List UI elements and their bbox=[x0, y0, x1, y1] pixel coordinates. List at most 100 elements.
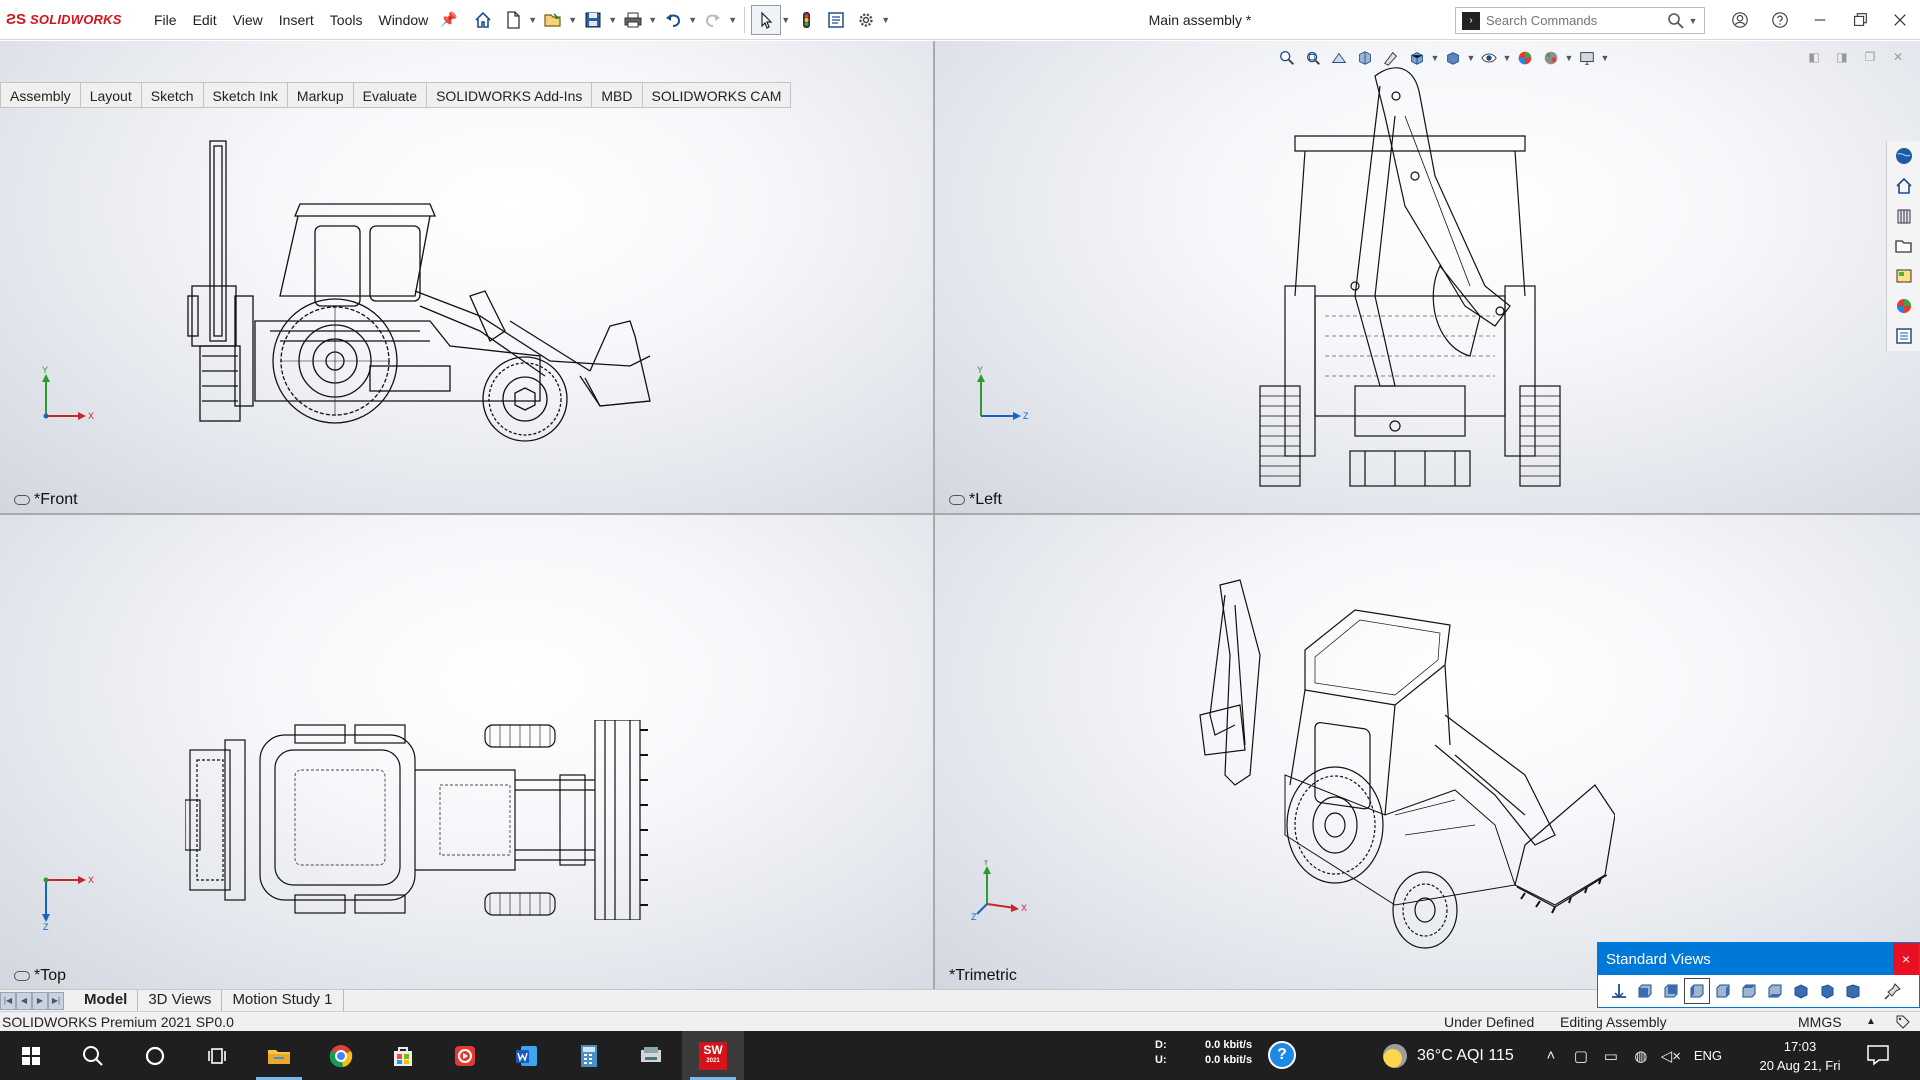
view-bottom-button[interactable] bbox=[1762, 978, 1788, 1004]
pin-menu-icon[interactable]: 📌 bbox=[440, 11, 457, 28]
menu-file[interactable]: File bbox=[146, 0, 185, 40]
viewport-label-trimetric[interactable]: *Trimetric bbox=[949, 967, 1017, 985]
tab-mbd[interactable]: MBD bbox=[592, 82, 643, 108]
select-dropdown-icon[interactable]: ▼ bbox=[781, 15, 791, 25]
task-pane-home[interactable] bbox=[1887, 171, 1920, 201]
help-button[interactable] bbox=[1760, 0, 1800, 40]
view-dimetric-button[interactable] bbox=[1840, 978, 1866, 1004]
viewport-left[interactable]: ▼ ▼ ▼ ▼ ▼ ◧ ◨ ❐ ✕ Y Z *Left bbox=[935, 41, 1920, 513]
tab-assembly[interactable]: Assembly bbox=[0, 82, 81, 108]
network-app-taskbar[interactable] bbox=[620, 1031, 682, 1080]
view-right-button[interactable] bbox=[1710, 978, 1736, 1004]
menu-edit[interactable]: Edit bbox=[185, 0, 225, 40]
normal-to-button[interactable] bbox=[1606, 978, 1632, 1004]
backhoe-trimetric-view[interactable] bbox=[1195, 575, 1616, 975]
display-style-dropdown-icon[interactable]: ▼ bbox=[1466, 53, 1476, 63]
new-dropdown-icon[interactable]: ▼ bbox=[528, 15, 538, 25]
prev-tab-button[interactable]: ◀ bbox=[16, 991, 32, 1010]
viewport-label-top[interactable]: *Top bbox=[14, 967, 66, 985]
weather-text[interactable]: 36°C AQI 115 bbox=[1417, 1047, 1514, 1065]
graphics-area[interactable]: Assembly Layout Sketch Sketch Ink Markup… bbox=[0, 41, 1920, 989]
dynamic-annotation-button[interactable] bbox=[1378, 47, 1404, 69]
view-left-button[interactable] bbox=[1684, 978, 1710, 1004]
show-hidden-icons-chevron-icon[interactable]: ˄ bbox=[1536, 1047, 1566, 1064]
print-button[interactable] bbox=[618, 5, 648, 35]
word-taskbar[interactable] bbox=[496, 1031, 558, 1080]
tab-solidworks-cam[interactable]: SOLIDWORKS CAM bbox=[642, 82, 792, 108]
rebuild-button[interactable] bbox=[791, 5, 821, 35]
media-app-taskbar[interactable] bbox=[434, 1031, 496, 1080]
last-tab-button[interactable]: ▶| bbox=[48, 991, 64, 1010]
task-view-button[interactable] bbox=[186, 1031, 248, 1080]
tab-layout[interactable]: Layout bbox=[80, 82, 142, 108]
pin-standard-views-button[interactable] bbox=[1880, 978, 1906, 1004]
calculator-taskbar[interactable] bbox=[558, 1031, 620, 1080]
hide-show-items-button[interactable] bbox=[1476, 47, 1502, 69]
solidworks-taskbar[interactable]: SW 2021 bbox=[682, 1031, 744, 1080]
viewport-trimetric[interactable]: Y X Z *Trimetric bbox=[935, 515, 1920, 989]
file-explorer-taskbar[interactable] bbox=[248, 1031, 310, 1080]
backhoe-top-view[interactable] bbox=[184, 719, 685, 921]
backhoe-front-view[interactable] bbox=[180, 116, 690, 456]
tab-sketch[interactable]: Sketch bbox=[141, 82, 204, 108]
tab-evaluate[interactable]: Evaluate bbox=[353, 82, 428, 108]
tab-motion-study-1[interactable]: Motion Study 1 bbox=[222, 989, 344, 1012]
zoom-to-fit-button[interactable] bbox=[1274, 47, 1300, 69]
save-button[interactable] bbox=[578, 5, 608, 35]
view-top-button[interactable] bbox=[1736, 978, 1762, 1004]
menu-window[interactable]: Window bbox=[370, 0, 436, 40]
search-icon[interactable] bbox=[1666, 11, 1686, 31]
tag-icon[interactable] bbox=[1895, 1014, 1911, 1030]
tab-model[interactable]: Model bbox=[74, 989, 139, 1012]
view-settings-dropdown-icon[interactable]: ▼ bbox=[1600, 53, 1610, 63]
hide-show-dropdown-icon[interactable]: ▼ bbox=[1502, 53, 1512, 63]
search-dropdown-icon[interactable]: ▼ bbox=[1688, 16, 1698, 26]
search-taskbar-button[interactable] bbox=[62, 1031, 124, 1080]
open-button[interactable] bbox=[538, 5, 568, 35]
view-back-button[interactable] bbox=[1658, 978, 1684, 1004]
tab-sketch-ink[interactable]: Sketch Ink bbox=[203, 82, 288, 108]
search-input[interactable] bbox=[1486, 13, 1666, 28]
file-properties-button[interactable] bbox=[821, 5, 851, 35]
standard-views-close-button[interactable]: × bbox=[1893, 943, 1919, 975]
menu-tools[interactable]: Tools bbox=[322, 0, 371, 40]
undo-button[interactable] bbox=[658, 5, 688, 35]
device-icon[interactable]: ▢ bbox=[1566, 1047, 1596, 1065]
tab-markup[interactable]: Markup bbox=[287, 82, 354, 108]
battery-icon[interactable]: ▭ bbox=[1596, 1047, 1626, 1065]
view-settings-button[interactable] bbox=[1574, 47, 1600, 69]
viewport-front[interactable]: Y X *Front bbox=[0, 41, 933, 513]
view-orientation-dropdown-icon[interactable]: ▼ bbox=[1430, 53, 1440, 63]
help-circle-button[interactable]: ? bbox=[1268, 1041, 1296, 1069]
viewport-collapse-button[interactable]: ◧ bbox=[1800, 47, 1828, 67]
speaker-muted-icon[interactable]: ◁× bbox=[1656, 1047, 1686, 1065]
notification-center-icon[interactable] bbox=[1865, 1043, 1891, 1067]
task-pane-resources[interactable] bbox=[1887, 141, 1920, 171]
task-pane-file-explorer[interactable] bbox=[1887, 231, 1920, 261]
menu-insert[interactable]: Insert bbox=[271, 0, 322, 40]
language-indicator[interactable]: ENG bbox=[1694, 1048, 1722, 1063]
cortana-button[interactable] bbox=[124, 1031, 186, 1080]
store-taskbar[interactable] bbox=[372, 1031, 434, 1080]
display-style-button[interactable] bbox=[1440, 47, 1466, 69]
viewport-expand-button[interactable]: ◨ bbox=[1828, 47, 1856, 67]
solidworks-logo[interactable]: ƧS SOLIDWORKS bbox=[6, 11, 136, 28]
view-front-button[interactable] bbox=[1632, 978, 1658, 1004]
account-button[interactable] bbox=[1720, 0, 1760, 40]
scene-dropdown-icon[interactable]: ▼ bbox=[1564, 53, 1574, 63]
save-dropdown-icon[interactable]: ▼ bbox=[608, 15, 618, 25]
taskbar-clock[interactable]: 17:03 20 Aug 21, Fri bbox=[1750, 1037, 1850, 1075]
home-button[interactable] bbox=[468, 5, 498, 35]
options-dropdown-icon[interactable]: ▼ bbox=[881, 15, 891, 25]
print-dropdown-icon[interactable]: ▼ bbox=[648, 15, 658, 25]
previous-view-button[interactable] bbox=[1326, 47, 1352, 69]
task-pane-custom-properties[interactable] bbox=[1887, 321, 1920, 351]
search-commands-box[interactable]: › ▼ bbox=[1455, 7, 1705, 34]
tab-3d-views[interactable]: 3D Views bbox=[138, 989, 223, 1012]
options-button[interactable] bbox=[851, 5, 881, 35]
next-tab-button[interactable]: ▶ bbox=[32, 991, 48, 1010]
viewport-label-left[interactable]: *Left bbox=[949, 491, 1002, 509]
tab-solidworks-add-ins[interactable]: SOLIDWORKS Add-Ins bbox=[427, 82, 593, 108]
apply-scene-button[interactable] bbox=[1538, 47, 1564, 69]
viewport-label-front[interactable]: *Front bbox=[14, 491, 78, 509]
